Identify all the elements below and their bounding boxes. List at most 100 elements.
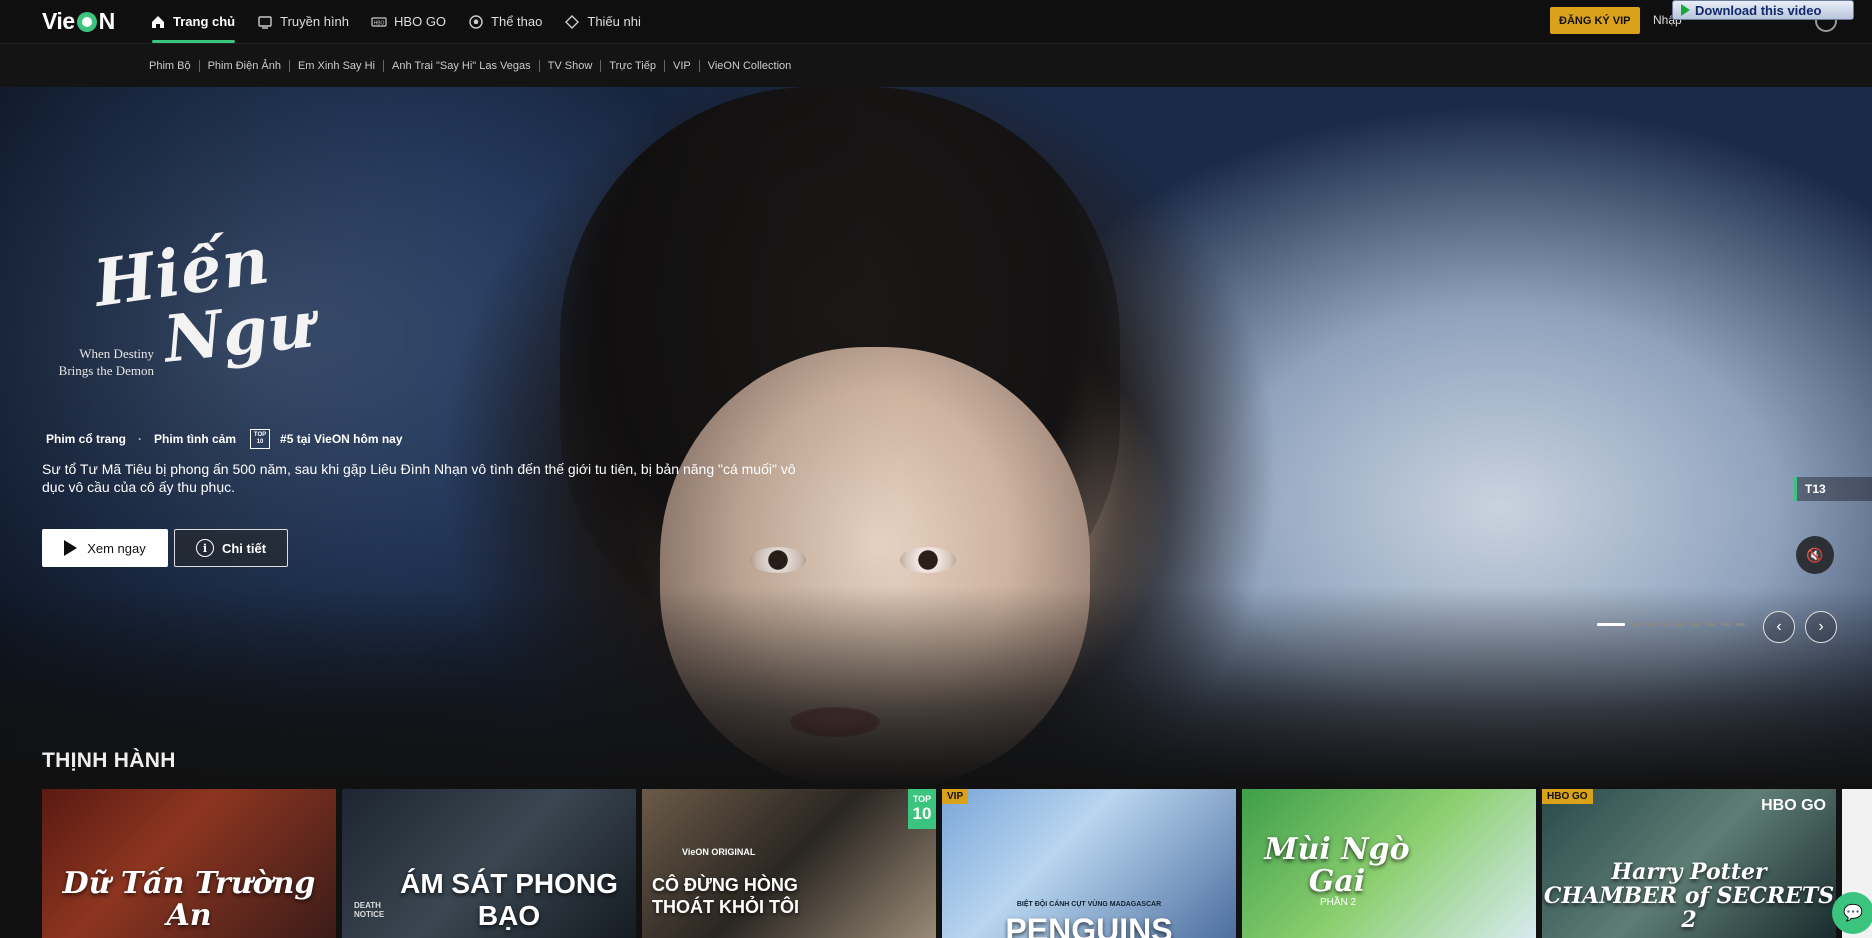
nav-item-label: Trang chủ [173, 14, 236, 29]
kids-icon [564, 14, 580, 30]
chat-icon: 💬 [1843, 905, 1863, 922]
subnav-item[interactable]: Phim Điện Ảnh [208, 60, 281, 72]
play-icon [64, 540, 78, 556]
top10-badge-line2: 10 [912, 804, 932, 823]
section-title-trending: THỊNH HÀNH [42, 749, 176, 772]
subnav-item[interactable]: VIP [673, 60, 691, 72]
card-title: CÔ ĐỪNG HÒNG THOÁT KHỎI TÔI [652, 875, 799, 917]
genre-tag: Phim cổ trang [46, 432, 127, 446]
download-video-button[interactable]: Download this video [1672, 0, 1854, 20]
subnav-item[interactable]: Trực Tiếp [609, 60, 656, 72]
logo-text-n: N [98, 8, 116, 34]
trending-card[interactable]: VieON ORIGINAL CÔ ĐỪNG HÒNG THOÁT KHỎI T… [642, 789, 936, 938]
hero-subtitle-line2: Brings the Demon [58, 363, 154, 378]
watch-now-button[interactable]: Xem ngay [42, 529, 168, 567]
card-pretitle: BIỆT ĐỘI CÁNH CỤT VÙNG MADAGASCAR [1016, 901, 1162, 908]
vieon-logo[interactable]: Vie N [42, 8, 115, 35]
sub-navigation: Phim Bộ Phim Điện Ảnh Em Xinh Say Hi Anh… [0, 43, 1872, 87]
subnav-item[interactable]: Anh Trai "Say Hi" Las Vegas [392, 60, 531, 72]
download-video-label: Download this video [1695, 2, 1822, 18]
info-icon: i [195, 539, 214, 557]
main-nav: Trang chủ Truyền hình HBO HBO GO Thể tha… [150, 0, 641, 43]
subnav-item[interactable]: VieON Collection [708, 60, 792, 72]
mute-toggle[interactable]: 🔇 [1796, 536, 1834, 574]
card-title: Harry Potter CHAMBER of SECRETS 2 [1543, 859, 1835, 933]
genre-separator: · [138, 432, 143, 446]
carousel-next-button[interactable]: › [1805, 611, 1837, 643]
subnav-divider [382, 59, 384, 72]
nav-item-label: Thiếu nhi [587, 14, 641, 29]
nav-item-hbo-go[interactable]: HBO HBO GO [371, 0, 446, 43]
details-label: Chi tiết [221, 540, 267, 556]
card-pretitle: DEATH NOTICE [354, 901, 385, 919]
trending-card[interactable]: DEATH NOTICE ÁM SÁT PHONG BẠO [342, 789, 636, 938]
carousel-dot[interactable] [1706, 623, 1715, 626]
chevron-left-icon: ‹ [1776, 618, 1782, 635]
carousel-dot[interactable] [1631, 623, 1640, 626]
card-title: ÁM SÁT PHONG BẠO [400, 868, 618, 931]
volume-muted-icon: 🔇 [1806, 546, 1824, 563]
hero-subtitle-line1: When Destiny [79, 346, 154, 361]
rank-text: #5 tại VieON hôm nay [280, 432, 403, 446]
subnav-divider [538, 59, 540, 72]
subnav-divider [288, 59, 290, 72]
carousel-indicators [1597, 623, 1745, 626]
nav-item-sports[interactable]: Thể thao [468, 0, 542, 43]
top10-badge: TOP 10 [908, 789, 936, 829]
nav-item-home[interactable]: Trang chủ [150, 0, 236, 43]
chevron-right-icon: › [1818, 618, 1824, 635]
hero-tags: Phim cổ trang · Phim tình cảm TOP 10 #5 … [46, 429, 403, 449]
card-pretitle: PHẦN 2 [1320, 897, 1357, 908]
carousel-dot[interactable] [1721, 623, 1730, 626]
hbo-icon: HBO [371, 14, 387, 30]
hbo-go-logo: HBO GO [1761, 797, 1826, 814]
carousel-dot[interactable] [1691, 623, 1700, 626]
carousel-dot[interactable] [1661, 623, 1670, 626]
logo-o-icon [76, 11, 97, 32]
carousel-dot[interactable] [1736, 623, 1745, 626]
subnav-divider [698, 59, 700, 72]
hero-title-line2: Ngư [160, 287, 318, 378]
trending-card[interactable]: HBO GO HBO GO Harry Potter CHAMBER of SE… [1542, 789, 1836, 938]
nav-item-kids[interactable]: Thiếu nhi [564, 0, 641, 43]
trending-card[interactable]: VIP BIỆT ĐỘI CÁNH CỤT VÙNG MADAGASCAR PE… [942, 789, 1236, 938]
card-title: Dữ Tấn Trường An [62, 866, 316, 933]
hero-description: Sư tổ Tư Mã Tiêu bị phong ấn 500 năm, sa… [42, 461, 796, 495]
subnav-divider [663, 59, 665, 72]
age-rating-badge: T13 [1794, 477, 1872, 501]
details-button[interactable]: i Chi tiết [174, 529, 288, 567]
top10-badge-line1: TOP [912, 794, 932, 804]
nav-item-tv[interactable]: Truyền hình [257, 0, 349, 43]
genre-tag: Phim tình cảm [154, 432, 237, 446]
ball-icon [468, 14, 484, 30]
nav-item-label: Truyền hình [280, 14, 350, 29]
subnav-divider [600, 59, 602, 72]
watch-now-label: Xem ngay [87, 540, 146, 556]
trending-card[interactable]: Dữ Tấn Trường An [42, 789, 336, 938]
subnav-item[interactable]: Em Xinh Say Hi [298, 60, 375, 72]
carousel-dot[interactable] [1646, 623, 1655, 626]
hero-subtitle: When Destiny Brings the Demon [44, 345, 154, 379]
vip-badge: VIP [942, 789, 969, 804]
hbo-go-badge: HBO GO [1542, 789, 1593, 804]
top10-icon: TOP 10 [250, 429, 271, 449]
top10-icon-line2: 10 [256, 439, 264, 445]
tv-icon [257, 14, 273, 30]
top-navigation-bar: Vie N Trang chủ Truyền hình HBO HBO GO T… [0, 0, 1872, 43]
trending-card[interactable]: Mùi Ngò Gai PHẦN 2 [1242, 789, 1536, 938]
carousel-dot[interactable] [1676, 623, 1685, 626]
card-title: PENGUINS [1005, 912, 1173, 938]
play-icon [1681, 4, 1690, 16]
hero-artwork-eye-right [900, 547, 956, 573]
card-title: Mùi Ngò Gai [1264, 832, 1410, 899]
nav-item-label: HBO GO [394, 14, 447, 29]
register-vip-button[interactable]: ĐĂNG KÝ VIP [1550, 7, 1640, 34]
carousel-dot[interactable] [1597, 623, 1625, 626]
subnav-item[interactable]: Phim Bộ [149, 60, 191, 72]
home-icon [150, 14, 166, 30]
hero-title-logo: Hiến Ngư When Destiny Brings the Demon [44, 223, 344, 405]
carousel-prev-button[interactable]: ‹ [1763, 611, 1795, 643]
chat-support-button[interactable]: 💬 [1832, 892, 1872, 934]
nav-item-label: Thể thao [491, 14, 543, 29]
subnav-item[interactable]: TV Show [548, 60, 593, 72]
